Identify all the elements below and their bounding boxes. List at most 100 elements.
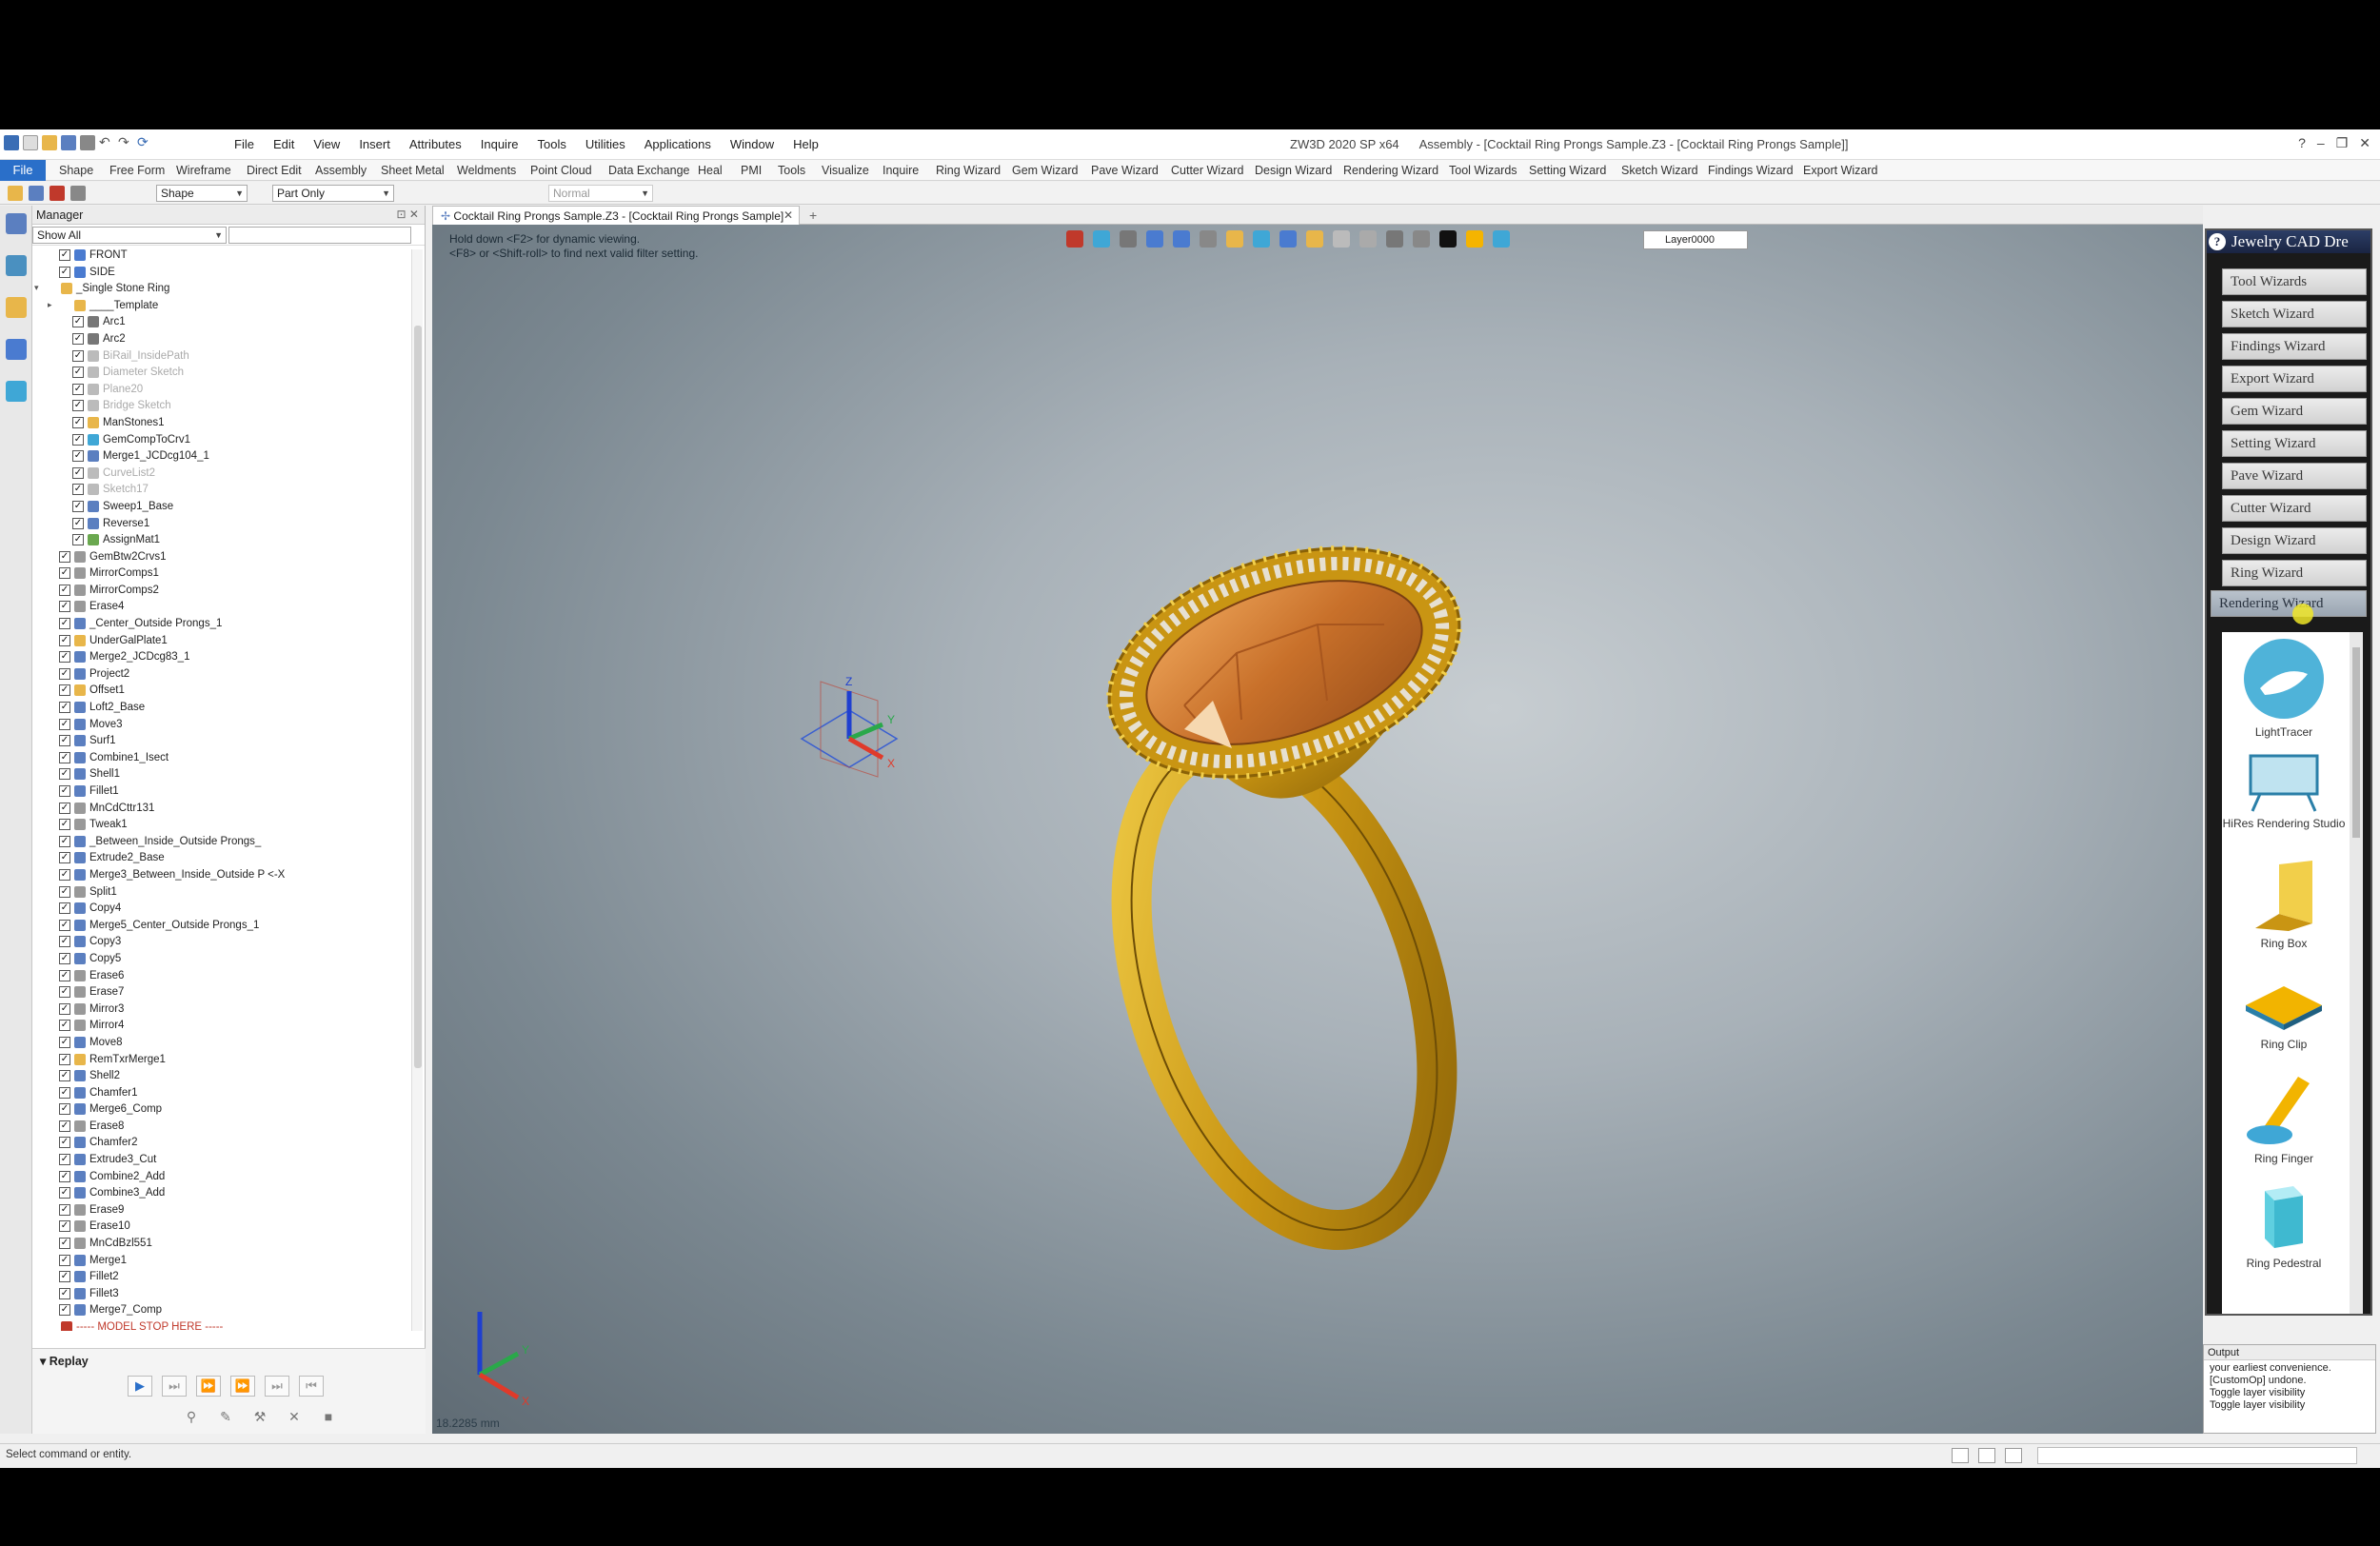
gallery-ring-box[interactable]: Ring Box [2222, 857, 2346, 950]
filter-icon[interactable] [70, 186, 86, 201]
menu-applications[interactable]: Applications [645, 137, 711, 151]
ribbon-tab-heal[interactable]: Heal [698, 164, 723, 177]
tree-checkbox[interactable]: ✓ [59, 986, 70, 999]
tree-row[interactable]: ✓ Erase10 [32, 1219, 411, 1236]
zoom-icon[interactable] [1333, 230, 1350, 248]
tree-checkbox[interactable]: ✓ [59, 618, 70, 630]
tree-checkbox[interactable]: ✓ [59, 936, 70, 948]
tree-checkbox[interactable]: ✓ [59, 1086, 70, 1099]
menu-inquire[interactable]: Inquire [481, 137, 519, 151]
ribbon-tab-export-wizard[interactable]: Export Wizard [1803, 164, 1878, 177]
step-forward-icon[interactable]: ⏭ [162, 1376, 187, 1397]
tree-checkbox[interactable]: ✓ [72, 367, 84, 379]
tree-row[interactable]: ✓ Erase9 [32, 1202, 411, 1219]
history-manager-icon[interactable] [6, 213, 27, 234]
layer-combo[interactable]: Layer0000 [1643, 230, 1748, 249]
tree-row[interactable]: ✓ Erase8 [32, 1119, 411, 1136]
tree-row[interactable]: ✓ Bridge Sketch [32, 398, 411, 415]
pick-filter-icon[interactable] [8, 186, 23, 201]
tree-row[interactable]: ✓ Combine2_Add [32, 1169, 411, 1186]
tree-row[interactable]: ✓ Fillet3 [32, 1286, 411, 1303]
tree-row[interactable]: ✓ _Center_Outside Prongs_1 [32, 616, 411, 633]
graphics-viewport[interactable]: Hold down <F2> for dynamic viewing. <F8>… [432, 225, 2203, 1434]
tree-checkbox[interactable]: ✓ [59, 868, 70, 881]
rewind-icon[interactable]: ⏮ [299, 1376, 324, 1397]
tree-checkbox[interactable]: ✓ [72, 534, 84, 546]
ring-wizard-button[interactable]: Ring Wizard [2222, 560, 2367, 586]
ribbon-tab-findings-wizard[interactable]: Findings Wizard [1708, 164, 1794, 177]
tree-row[interactable]: ✓ Fillet2 [32, 1269, 411, 1286]
view-manager-icon[interactable] [6, 339, 27, 360]
design-wizard-button[interactable]: Design Wizard [2222, 527, 2367, 554]
status-layout-icon[interactable] [2005, 1448, 2022, 1463]
shading-icon[interactable] [1226, 230, 1243, 248]
tree-checkbox[interactable]: ✓ [59, 550, 70, 563]
tree-row[interactable]: ✓ Split1 [32, 884, 411, 902]
tree-row[interactable]: ✓ Copy4 [32, 901, 411, 918]
tree-checkbox[interactable]: ✓ [59, 1254, 70, 1266]
tree-checkbox[interactable]: ✓ [59, 684, 70, 697]
section-icon[interactable] [1173, 230, 1190, 248]
display-icon[interactable] [1279, 230, 1297, 248]
ribbon-tab-inquire[interactable]: Inquire [883, 164, 919, 177]
tree-row[interactable]: ✓ Merge1 [32, 1253, 411, 1270]
tree-checkbox[interactable]: ✓ [59, 1170, 70, 1182]
tree-checkbox[interactable]: ✓ [72, 466, 84, 479]
tree-row[interactable]: ✓ _Between_Inside_Outside Prongs_ [32, 834, 411, 851]
tree-checkbox[interactable]: ✓ [59, 266, 70, 278]
next-icon[interactable]: ⏩ [196, 1376, 221, 1397]
panel-help-icon[interactable]: ? [2209, 233, 2226, 250]
tree-row[interactable]: ✓ FRONT [32, 248, 411, 265]
gem-wizard-button[interactable]: Gem Wizard [2222, 398, 2367, 425]
tree-row[interactable]: ✓ Tweak1 [32, 817, 411, 834]
ribbon-tab-tools[interactable]: Tools [778, 164, 805, 177]
tree-checkbox[interactable]: ✓ [59, 735, 70, 747]
fit-icon[interactable] [1359, 230, 1377, 248]
link-icon[interactable]: ⚲ [179, 1406, 204, 1427]
ribbon-tab-cutter-wizard[interactable]: Cutter Wizard [1171, 164, 1243, 177]
tree-checkbox[interactable]: ✓ [59, 1053, 70, 1065]
menu-window[interactable]: Window [730, 137, 774, 151]
move-manipulator[interactable]: Z Y X [792, 672, 916, 796]
app-logo-icon[interactable] [4, 135, 19, 150]
tree-row[interactable]: ✓ Erase4 [32, 599, 411, 616]
ribbon-tab-wireframe[interactable]: Wireframe [176, 164, 231, 177]
setting-wizard-button[interactable]: Setting Wizard [2222, 430, 2367, 457]
rendering-wizard-button[interactable]: Rendering Wizard [2211, 590, 2367, 617]
tree-row[interactable]: ✓ MirrorComps1 [32, 565, 411, 583]
minimize-button[interactable]: – [2317, 135, 2325, 151]
ribbon-tab-visualize[interactable]: Visualize [822, 164, 869, 177]
close-button[interactable]: ✕ [2359, 135, 2370, 151]
scope-combo[interactable]: Part Only ▼ [272, 185, 394, 202]
ribbon-tab-data-exchange[interactable]: Data Exchange [608, 164, 689, 177]
tree-checkbox[interactable]: ✓ [59, 651, 70, 664]
gallery-ring-pedestral[interactable]: Ring Pedestral [2222, 1177, 2346, 1270]
help-icon[interactable]: ? [2298, 135, 2306, 151]
light-icon[interactable] [1493, 230, 1510, 248]
grid-icon[interactable] [1386, 230, 1403, 248]
tree-row[interactable]: ✓ Extrude2_Base [32, 850, 411, 867]
user-icon[interactable] [6, 381, 27, 402]
tree-checkbox[interactable]: ✓ [72, 433, 84, 446]
ribbon-tab-tool-wizards[interactable]: Tool Wizards [1449, 164, 1517, 177]
ribbon-tab-direct-edit[interactable]: Direct Edit [247, 164, 302, 177]
tree-checkbox[interactable]: ✓ [72, 332, 84, 345]
tree-row[interactable]: ✓ Mirror4 [32, 1018, 411, 1035]
sketch-wizard-button[interactable]: Sketch Wizard [2222, 301, 2367, 327]
open-folder-icon[interactable] [42, 135, 57, 150]
tree-row[interactable]: ✓ Chamfer1 [32, 1085, 411, 1102]
tree-checkbox[interactable]: ✓ [59, 567, 70, 580]
add-icon[interactable] [29, 186, 44, 201]
tree-checkbox[interactable]: ✓ [59, 768, 70, 781]
ribbon-tab-ring-wizard[interactable]: Ring Wizard [936, 164, 1001, 177]
tree-row[interactable]: ✓ Move3 [32, 717, 411, 734]
tree-checkbox[interactable]: ✓ [59, 885, 70, 898]
menu-insert[interactable]: Insert [359, 137, 390, 151]
tree-row[interactable]: ✓ Mirror3 [32, 1001, 411, 1019]
tree-checkbox[interactable]: ✓ [72, 450, 84, 463]
tree-checkbox[interactable]: ✓ [59, 634, 70, 646]
gallery-lighttracer[interactable]: LightTracer [2222, 636, 2346, 739]
tree-row[interactable]: ✓ Erase7 [32, 984, 411, 1001]
menu-view[interactable]: View [313, 137, 340, 151]
tree-checkbox[interactable]: ✓ [59, 919, 70, 931]
